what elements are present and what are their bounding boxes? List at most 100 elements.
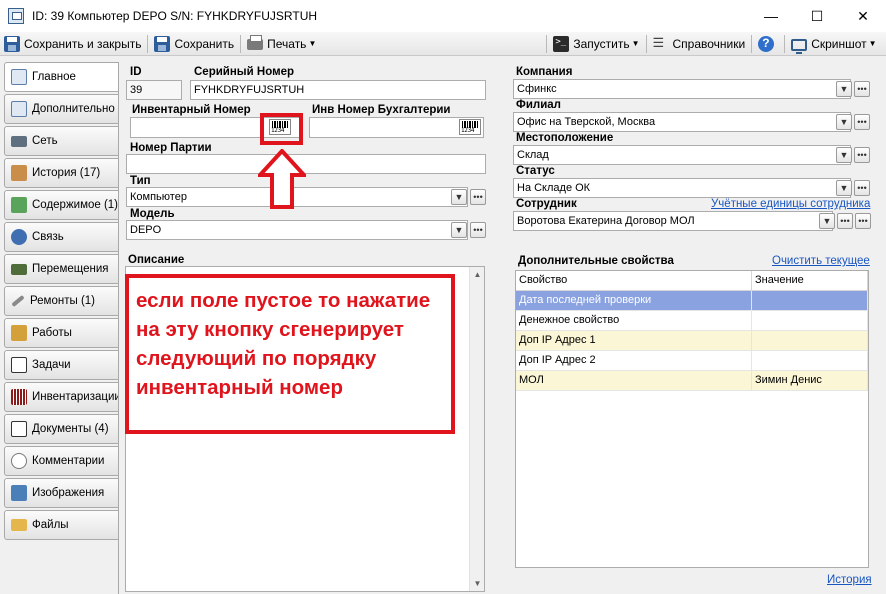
screenshot-button[interactable]: Скриншот ▼ xyxy=(787,33,880,55)
save-button[interactable]: Сохранить xyxy=(150,33,238,55)
tab-additional[interactable]: Дополнительно xyxy=(4,94,120,124)
model-label: Модель xyxy=(130,208,175,220)
inventory-number-label: Инвентарный Номер xyxy=(132,104,251,116)
maximize-button[interactable]: ☐ xyxy=(794,0,840,32)
type-dropdown-button[interactable]: ▼ xyxy=(451,189,467,205)
company-browse-button[interactable]: ••• xyxy=(854,81,870,97)
toolbar-separator xyxy=(751,34,753,53)
batch-number-field[interactable] xyxy=(126,154,486,174)
type-label: Тип xyxy=(130,175,151,187)
tab-repairs[interactable]: Ремонты (1) xyxy=(4,286,120,316)
link-icon xyxy=(11,229,27,245)
company-select[interactable]: Сфинкс xyxy=(513,79,851,99)
barcode-icon xyxy=(11,389,27,405)
save-close-button[interactable]: Сохранить и закрыть xyxy=(0,33,145,55)
tab-label: Изображения xyxy=(32,487,105,499)
main-panel: ID 39 Серийный Номер FYHKDRYFUJSRTUH Инв… xyxy=(118,62,886,594)
property-row[interactable]: Доп IP Адрес 2 xyxy=(516,351,868,371)
property-value[interactable] xyxy=(752,351,868,370)
property-value[interactable] xyxy=(752,291,868,310)
model-browse-button[interactable]: ••• xyxy=(470,222,486,238)
employee-extra-button[interactable]: ••• xyxy=(855,213,871,229)
tab-works[interactable]: Работы xyxy=(4,318,120,348)
toolbar-separator xyxy=(240,34,242,53)
minimize-button[interactable]: — xyxy=(748,0,794,32)
property-row[interactable]: Доп IP Адрес 1 xyxy=(516,331,868,351)
employee-select[interactable]: Воротова Екатерина Договор МОЛ xyxy=(513,211,833,231)
run-button[interactable]: Запустить ▼ xyxy=(549,33,643,55)
close-button[interactable]: ✕ xyxy=(840,0,886,32)
print-button[interactable]: Печать ▼ xyxy=(243,33,320,55)
property-value[interactable] xyxy=(752,331,868,350)
window-title: ID: 39 Компьютер DEPO S/N: FYHKDRYFUJSRT… xyxy=(32,9,318,23)
tab-connection[interactable]: Связь xyxy=(4,222,120,252)
tab-movements[interactable]: Перемещения xyxy=(4,254,120,284)
clear-current-link[interactable]: Очистить текущее xyxy=(772,255,870,267)
tab-documents[interactable]: Документы (4) xyxy=(4,414,120,444)
tab-network[interactable]: Сеть xyxy=(4,126,120,156)
property-name: Доп IP Адрес 1 xyxy=(516,331,752,350)
help-button[interactable] xyxy=(754,33,782,55)
wrench-icon xyxy=(11,294,25,308)
generate-accounting-number-button[interactable]: 1234 xyxy=(459,119,481,135)
property-name: Денежное свойство xyxy=(516,311,752,330)
type-browse-button[interactable]: ••• xyxy=(470,189,486,205)
branch-browse-button[interactable]: ••• xyxy=(854,114,870,130)
employee-browse-button[interactable]: ••• xyxy=(837,213,853,229)
tab-tasks[interactable]: Задачи xyxy=(4,350,120,380)
employee-dropdown-button[interactable]: ▼ xyxy=(819,213,835,229)
employee-items-link[interactable]: Учётные единицы сотрудника xyxy=(711,198,870,210)
tab-images[interactable]: Изображения xyxy=(4,478,120,508)
model-select[interactable]: DEPO xyxy=(126,220,468,240)
scroll-down-icon[interactable]: ▼ xyxy=(470,576,485,591)
form-icon xyxy=(11,69,27,85)
location-select[interactable]: Склад xyxy=(513,145,851,165)
truck-icon xyxy=(11,263,27,275)
tab-history[interactable]: История (17) xyxy=(4,158,120,188)
location-dropdown-button[interactable]: ▼ xyxy=(836,147,852,163)
serial-label: Серийный Номер xyxy=(194,66,295,78)
toolbar-separator xyxy=(546,34,548,53)
property-name: Доп IP Адрес 2 xyxy=(516,351,752,370)
annotation-callout: если поле пустое то нажатие на эту кнопк… xyxy=(125,274,455,434)
run-label: Запустить xyxy=(573,36,630,51)
tab-label: Документы (4) xyxy=(32,423,109,435)
description-scrollbar[interactable]: ▲ ▼ xyxy=(469,267,484,591)
property-value[interactable] xyxy=(752,311,868,330)
value-column-header[interactable]: Значение xyxy=(752,271,868,290)
components-icon xyxy=(11,197,27,213)
batch-number-label: Номер Партии xyxy=(130,142,212,154)
save-icon xyxy=(4,35,20,52)
status-dropdown-button[interactable]: ▼ xyxy=(836,180,852,196)
accounting-number-field[interactable] xyxy=(309,117,484,138)
status-select[interactable]: На Складе ОК xyxy=(513,178,851,198)
help-icon xyxy=(758,35,775,52)
property-row[interactable]: МОЛ Зимин Денис xyxy=(516,371,868,391)
serial-number-field[interactable]: FYHKDRYFUJSRTUH xyxy=(190,80,486,100)
history-link[interactable]: История xyxy=(827,574,872,586)
branch-dropdown-button[interactable]: ▼ xyxy=(836,114,852,130)
tab-label: Файлы xyxy=(32,519,69,531)
tab-contents[interactable]: Содержимое (1) xyxy=(4,190,120,220)
document-icon xyxy=(11,421,27,437)
employee-label: Сотрудник xyxy=(516,198,577,210)
location-browse-button[interactable]: ••• xyxy=(854,147,870,163)
scroll-up-icon[interactable]: ▲ xyxy=(470,267,485,282)
branch-select[interactable]: Офис на Тверской, Москва xyxy=(513,112,851,132)
tab-main[interactable]: Главное xyxy=(4,62,122,92)
property-row[interactable]: Денежное свойство xyxy=(516,311,868,331)
image-icon xyxy=(11,485,27,501)
up-arrow-icon xyxy=(258,149,306,209)
property-row[interactable]: Дата последней проверки xyxy=(516,291,868,311)
company-dropdown-button[interactable]: ▼ xyxy=(836,81,852,97)
tab-inventories[interactable]: Инвентаризации xyxy=(4,382,120,412)
tab-comments[interactable]: Комментарии xyxy=(4,446,120,476)
tab-files[interactable]: Файлы xyxy=(4,510,120,540)
property-value[interactable]: Зимин Денис xyxy=(752,371,868,390)
property-name: МОЛ xyxy=(516,371,752,390)
status-browse-button[interactable]: ••• xyxy=(854,180,870,196)
references-button[interactable]: Справочники xyxy=(649,33,750,55)
property-column-header[interactable]: Свойство xyxy=(516,271,752,290)
model-dropdown-button[interactable]: ▼ xyxy=(451,222,467,238)
toolbar-separator xyxy=(784,34,786,53)
